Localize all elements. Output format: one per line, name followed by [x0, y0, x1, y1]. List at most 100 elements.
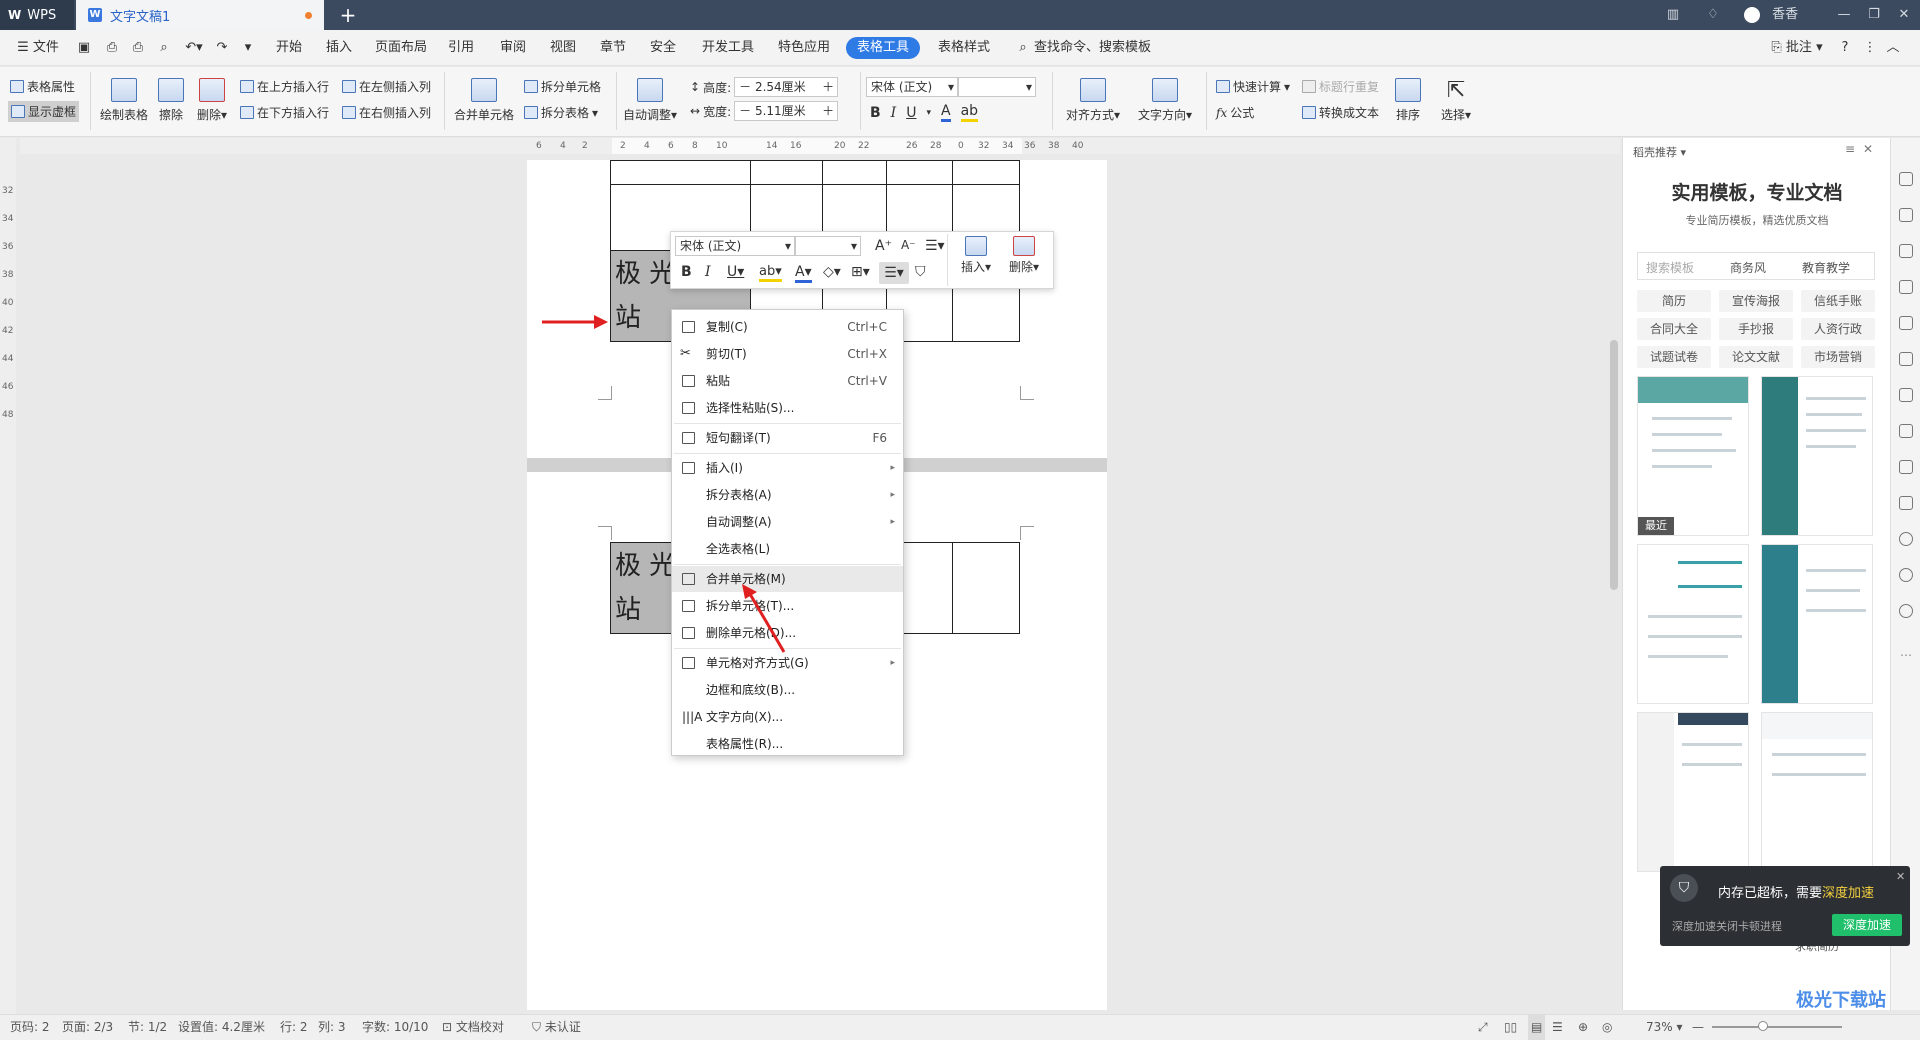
- category-tag[interactable]: 手抄报: [1719, 318, 1793, 340]
- table-cell[interactable]: [886, 160, 953, 185]
- select-button[interactable]: ⇱ 选择▾: [1436, 78, 1476, 123]
- quick-access-more-icon[interactable]: ▾: [238, 30, 258, 66]
- eye-protection-icon[interactable]: ◎: [1602, 1014, 1612, 1040]
- increment-icon[interactable]: ＋: [822, 78, 834, 96]
- template-thumbnail[interactable]: 最近: [1637, 376, 1749, 536]
- format-painter-icon[interactable]: ⛉: [915, 264, 926, 280]
- cell-align-icon[interactable]: ☰▾: [879, 262, 909, 284]
- underline-icon[interactable]: U: [906, 105, 916, 121]
- menu-insert[interactable]: 插入: [322, 30, 356, 66]
- menu-item-merge-cells[interactable]: 合并单元格(M): [672, 566, 903, 592]
- more-options-icon[interactable]: ⋮: [1862, 30, 1878, 66]
- share-icon[interactable]: [1899, 424, 1913, 438]
- decrement-icon[interactable]: －: [739, 104, 755, 118]
- menu-review[interactable]: 审阅: [496, 30, 530, 66]
- template-thumbnail[interactable]: [1761, 376, 1873, 536]
- dollar-icon[interactable]: [1899, 604, 1913, 618]
- menu-item-paste-special[interactable]: 选择性粘贴(S)...: [672, 395, 903, 421]
- erase-button[interactable]: 擦除: [154, 78, 188, 123]
- web-view-icon[interactable]: ⊕: [1578, 1014, 1588, 1040]
- certification-status[interactable]: ⛉ 未认证: [532, 1014, 581, 1040]
- align-button[interactable]: 对齐方式▾: [1060, 78, 1126, 123]
- height-stepper[interactable]: － 2.54厘米 ＋: [734, 77, 839, 97]
- shrink-font-icon[interactable]: A⁻: [901, 238, 916, 252]
- search-tag[interactable]: 商务风: [1730, 259, 1766, 276]
- mini-font-name-select[interactable]: 宋体 (正文) ▾: [675, 236, 795, 256]
- menu-item-split-table[interactable]: 拆分表格(A) ▸: [672, 482, 903, 508]
- menu-item-translate[interactable]: 短句翻译(T) F6: [672, 425, 903, 451]
- italic-icon[interactable]: I: [705, 264, 711, 280]
- close-icon[interactable]: ✕: [1892, 4, 1916, 26]
- help-icon[interactable]: ?: [1836, 30, 1854, 66]
- status-page-number[interactable]: 页码: 2: [10, 1014, 50, 1040]
- deep-accelerate-button[interactable]: 深度加速: [1832, 914, 1902, 936]
- user-account[interactable]: 香香: [1744, 4, 1824, 26]
- zoom-out-icon[interactable]: —: [1692, 1014, 1704, 1040]
- template-icon[interactable]: [1899, 532, 1913, 546]
- panel-menu-icon[interactable]: ≡: [1845, 142, 1855, 156]
- fullscreen-icon[interactable]: ⤢: [1478, 1014, 1488, 1040]
- menu-item-auto-fit[interactable]: 自动调整(A) ▸: [672, 509, 903, 535]
- font-color-icon[interactable]: A: [940, 103, 951, 122]
- export-pdf-icon[interactable]: ⎙: [102, 30, 122, 66]
- minimize-icon[interactable]: —: [1832, 4, 1856, 26]
- menu-item-select-table[interactable]: 全选表格(L): [672, 536, 903, 562]
- notification-close-icon[interactable]: ✕: [1896, 870, 1905, 883]
- split-cells-button[interactable]: 拆分单元格: [524, 78, 601, 95]
- new-tab-button[interactable]: +: [336, 3, 360, 27]
- category-tag[interactable]: 简历: [1637, 290, 1711, 312]
- collapse-ribbon-icon[interactable]: ︿: [1884, 30, 1902, 66]
- search-tag[interactable]: 教育教学: [1802, 259, 1850, 276]
- category-tag[interactable]: 市场营销: [1801, 346, 1875, 368]
- menu-item-copy[interactable]: 复制(C) Ctrl+C: [672, 314, 903, 340]
- template-thumbnail[interactable]: [1637, 544, 1749, 704]
- menu-page-layout[interactable]: 页面布局: [372, 30, 430, 66]
- search-icon[interactable]: ⌕: [1014, 30, 1032, 66]
- window-layout-icon[interactable]: ▥: [1662, 4, 1684, 26]
- mini-delete-button[interactable]: 删除▾: [1003, 236, 1045, 275]
- table-cell[interactable]: [952, 160, 1020, 185]
- split-table-button[interactable]: 拆分表格 ▾: [524, 104, 598, 121]
- layers-icon[interactable]: [1899, 388, 1913, 402]
- category-tag[interactable]: 人资行政: [1801, 318, 1875, 340]
- menu-table-style[interactable]: 表格样式: [934, 30, 994, 66]
- wps-home-tab[interactable]: W WPS: [0, 0, 74, 30]
- highlight-icon[interactable]: ab: [960, 103, 979, 122]
- print-icon[interactable]: ⎙: [128, 30, 148, 66]
- status-word-count[interactable]: 字数: 10/10: [362, 1014, 428, 1040]
- undo-icon[interactable]: ↶▾: [180, 30, 208, 66]
- table-cell[interactable]: [610, 160, 751, 185]
- quick-calc-button[interactable]: 快速计算 ▾: [1216, 78, 1290, 95]
- text-direction-button[interactable]: 文字方向▾: [1132, 78, 1198, 123]
- zoom-slider[interactable]: [1712, 1026, 1842, 1028]
- increment-icon[interactable]: ＋: [822, 102, 834, 120]
- font-size-select[interactable]: ▾: [958, 77, 1036, 97]
- save-icon[interactable]: ▣: [74, 30, 94, 66]
- template-thumbnail[interactable]: [1761, 712, 1873, 872]
- archive-icon[interactable]: [1899, 460, 1913, 474]
- draw-table-button[interactable]: 绘制表格: [98, 78, 150, 123]
- menu-view[interactable]: 视图: [546, 30, 580, 66]
- command-search[interactable]: 查找命令、搜索模板: [1034, 30, 1154, 66]
- menu-security[interactable]: 安全: [646, 30, 680, 66]
- show-virtual-grid-button[interactable]: 显示虚框: [8, 101, 80, 122]
- file-menu[interactable]: ☰ 文件: [14, 30, 62, 66]
- category-tag[interactable]: 论文文献: [1719, 346, 1793, 368]
- menu-chapter[interactable]: 章节: [596, 30, 630, 66]
- category-tag[interactable]: 信纸手账: [1801, 290, 1875, 312]
- image-icon[interactable]: [1899, 496, 1913, 510]
- template-thumbnail[interactable]: [1637, 712, 1749, 872]
- convert-to-text-button[interactable]: 转换成文本: [1302, 104, 1379, 121]
- delete-table-button[interactable]: 删除▾: [192, 78, 232, 123]
- menu-references[interactable]: 引用: [444, 30, 478, 66]
- more-icon[interactable]: ⋯: [1900, 648, 1912, 662]
- style-icon[interactable]: [1899, 280, 1913, 294]
- insert-row-above-button[interactable]: 在上方插入行: [240, 78, 329, 95]
- category-tag[interactable]: 宣传海报: [1719, 290, 1793, 312]
- insert-col-left-button[interactable]: 在左侧插入列: [342, 78, 431, 95]
- width-stepper[interactable]: － 5.11厘米 ＋: [734, 101, 839, 121]
- restore-icon[interactable]: ❐: [1862, 4, 1886, 26]
- comment-button[interactable]: ⎘ 批注 ▾: [1764, 30, 1830, 66]
- menu-item-delete-cells[interactable]: 删除单元格(D)...: [672, 620, 903, 646]
- insert-row-below-button[interactable]: 在下方插入行: [240, 104, 329, 121]
